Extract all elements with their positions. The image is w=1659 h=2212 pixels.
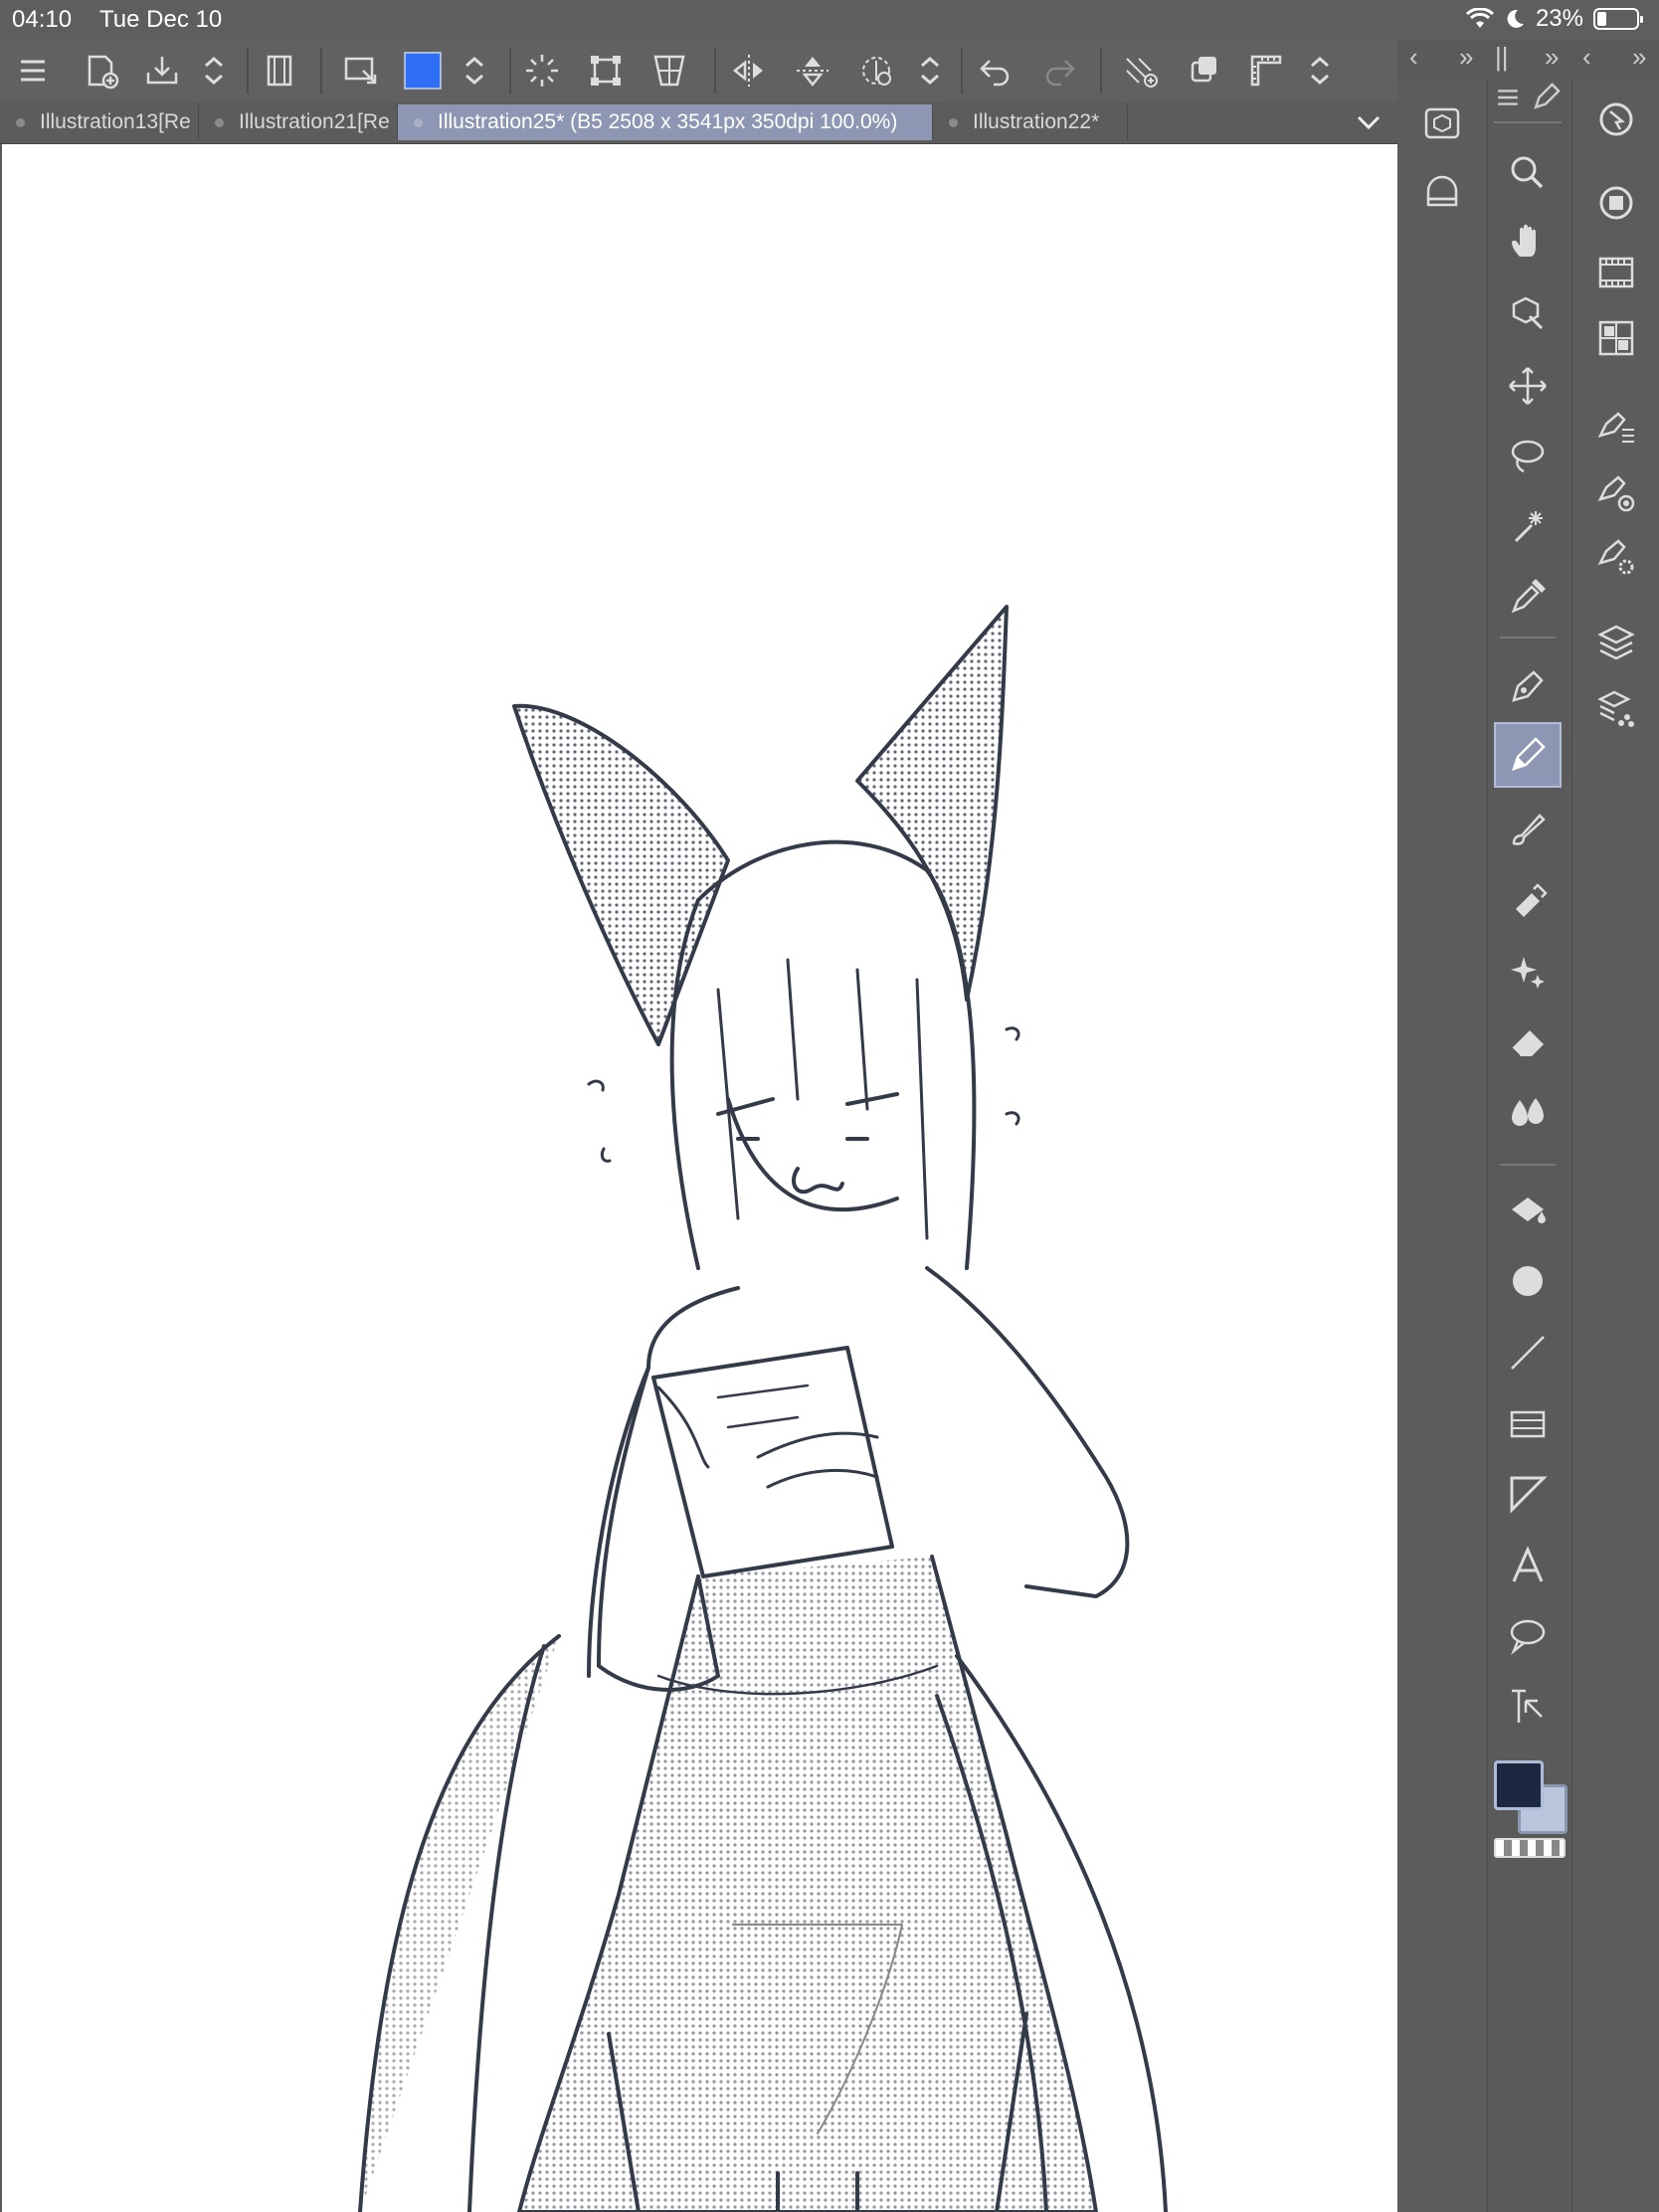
- stepper-icon[interactable]: [191, 48, 237, 93]
- stepper-icon[interactable]: [1297, 48, 1343, 93]
- gradient-icon[interactable]: [1500, 1396, 1556, 1452]
- pencil-icon[interactable]: [1494, 722, 1562, 788]
- brush-size-settings-icon[interactable]: [1588, 529, 1644, 585]
- figure-icon[interactable]: [1500, 1253, 1556, 1309]
- battery-percent: 23%: [1535, 5, 1583, 32]
- tab-illustration22[interactable]: Illustration22*: [933, 104, 1128, 140]
- eyedropper-icon[interactable]: [1500, 569, 1556, 625]
- balloon-icon[interactable]: [1500, 1607, 1556, 1663]
- panel-icons-strip: [1571, 80, 1659, 2212]
- panel-material-icon[interactable]: [1414, 163, 1470, 219]
- sketch-artwork: [358, 605, 1168, 2212]
- zoom-icon[interactable]: [1500, 145, 1556, 201]
- wifi-icon: [1465, 8, 1494, 28]
- frame-border-icon[interactable]: [1500, 1466, 1556, 1522]
- expand-panel-button[interactable]: »: [1459, 42, 1473, 73]
- stepper-icon[interactable]: [452, 48, 497, 93]
- line-icon[interactable]: [1500, 1325, 1556, 1381]
- status-bar: 04:10 Tue Dec 10 23%: [0, 0, 1659, 40]
- stepper-icon[interactable]: [907, 48, 953, 93]
- hand-icon[interactable]: [1500, 215, 1556, 271]
- navigator-icon[interactable]: [1588, 92, 1644, 147]
- flip-vertical-icon[interactable]: [790, 48, 835, 93]
- status-date: Tue Dec 10: [99, 6, 223, 33]
- chevron-down-icon[interactable]: [1354, 107, 1383, 137]
- tab-illustration25[interactable]: Illustration25* (B5 2508 x 3541px 350dpi…: [398, 104, 933, 140]
- blend-icon[interactable]: [1500, 1084, 1556, 1140]
- pen-icon[interactable]: [1500, 658, 1556, 714]
- eraser-icon[interactable]: [1500, 1014, 1556, 1070]
- collapse-panel-button-2[interactable]: ‹: [1582, 42, 1591, 73]
- tool-property-icon[interactable]: [1588, 465, 1644, 521]
- main-color-swatch[interactable]: [1494, 1760, 1544, 1810]
- snap-icon[interactable]: [1118, 48, 1164, 93]
- save-icon[interactable]: [139, 48, 185, 93]
- menu-icon[interactable]: [10, 48, 56, 93]
- transform-icon[interactable]: [583, 48, 629, 93]
- layer-property-icon[interactable]: [1588, 175, 1644, 231]
- airbrush-icon[interactable]: [1500, 873, 1556, 929]
- panel-3d-icon[interactable]: [1414, 95, 1470, 151]
- mesh-icon[interactable]: [646, 48, 692, 93]
- collapse-panel-button[interactable]: ‹: [1409, 42, 1418, 73]
- command-bar: [0, 40, 1397, 102]
- panel-divider-handle[interactable]: ||: [1495, 42, 1509, 73]
- battery-icon: [1593, 8, 1643, 30]
- panel-header: ‹ » || » ‹ »: [1397, 40, 1659, 80]
- drawing-canvas[interactable]: [2, 144, 1397, 2212]
- expand-panel-button-2[interactable]: »: [1545, 42, 1559, 73]
- operation-icon[interactable]: [1500, 286, 1556, 342]
- palette-menu-icon[interactable]: [1490, 80, 1526, 115]
- move-icon[interactable]: [1500, 358, 1556, 414]
- moon-icon: [1507, 9, 1524, 28]
- tab-illustration13[interactable]: Illustration13[Re: [0, 104, 199, 140]
- select-layer-icon[interactable]: [338, 48, 384, 93]
- selection-spinner-icon[interactable]: [519, 48, 565, 93]
- ruler-icon[interactable]: [1243, 48, 1289, 93]
- color-set-icon[interactable]: [1588, 310, 1644, 366]
- layer-icon[interactable]: [1588, 615, 1644, 670]
- subtool-icon[interactable]: [1588, 400, 1644, 456]
- correct-line-icon[interactable]: [1500, 1679, 1556, 1735]
- rotate-icon[interactable]: [853, 48, 899, 93]
- duplicate-icon[interactable]: [1182, 48, 1227, 93]
- color-swatch[interactable]: [400, 48, 446, 93]
- flip-horizontal-icon[interactable]: [726, 48, 772, 93]
- undo-icon[interactable]: [973, 48, 1018, 93]
- subtool-panel-strip: [1397, 80, 1487, 2212]
- redo-icon[interactable]: [1036, 48, 1082, 93]
- transparent-color-swatch[interactable]: [1494, 1838, 1566, 1858]
- timeline-icon[interactable]: [1588, 245, 1644, 300]
- frame-icon[interactable]: [257, 48, 302, 93]
- layer-search-icon[interactable]: [1588, 680, 1644, 736]
- expand-panel-button-3[interactable]: »: [1632, 42, 1646, 73]
- document-tabs: Illustration13[Re Illustration21[Re Illu…: [0, 101, 1397, 144]
- status-time: 04:10: [12, 6, 73, 33]
- brush-icon[interactable]: [1500, 802, 1556, 857]
- text-icon[interactable]: [1500, 1538, 1556, 1593]
- tool-palette: [1487, 80, 1567, 2212]
- palette-pen-icon[interactable]: [1528, 80, 1564, 115]
- magic-wand-icon[interactable]: [1500, 499, 1556, 555]
- lasso-icon[interactable]: [1500, 428, 1556, 483]
- decoration-icon[interactable]: [1500, 943, 1556, 999]
- fill-icon[interactable]: [1500, 1184, 1556, 1239]
- tab-illustration21[interactable]: Illustration21[Re: [199, 104, 398, 140]
- new-canvas-icon[interactable]: [78, 48, 123, 93]
